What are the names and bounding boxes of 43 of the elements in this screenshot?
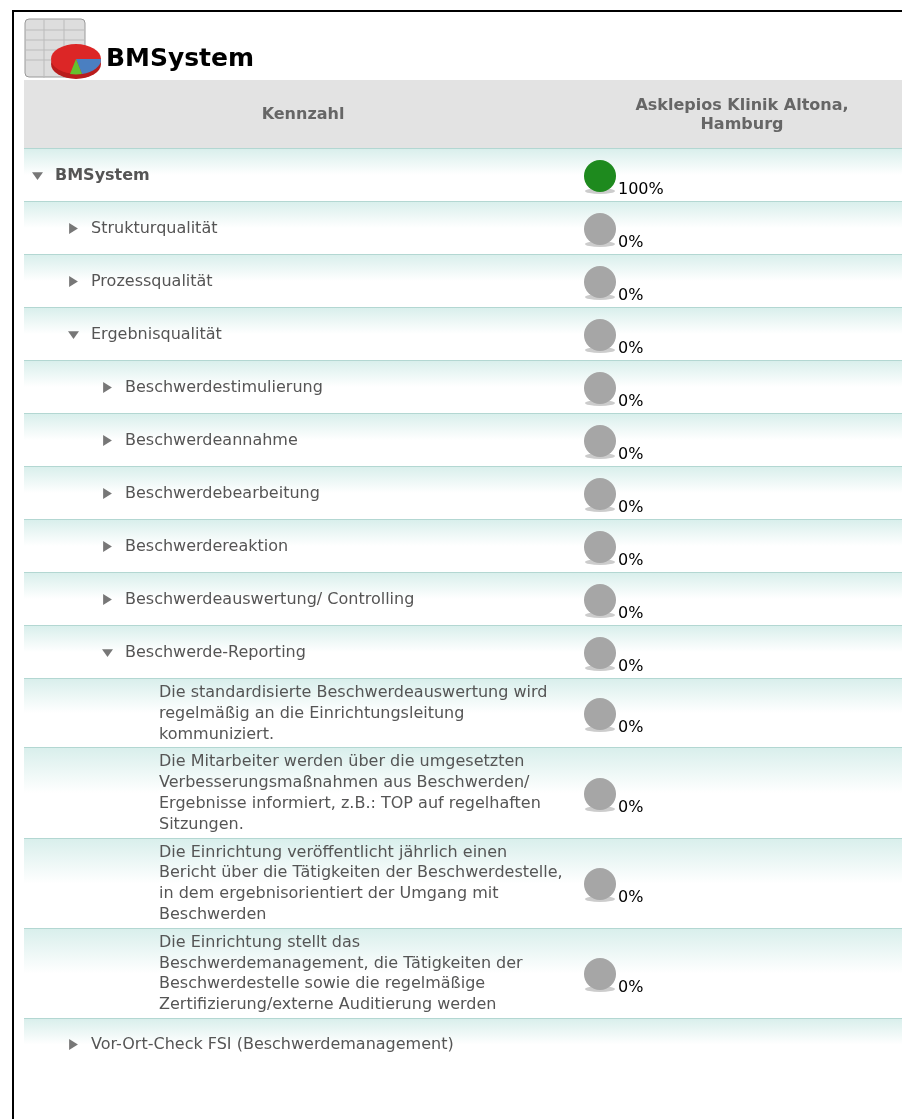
expand-arrow-icon[interactable] [102,540,113,552]
tree-item-label[interactable]: Beschwerdeauswertung/ Controlling [125,587,415,611]
percentage-value: 0% [618,886,644,909]
percentage-value: 0% [618,655,644,677]
collapse-arrow-icon[interactable] [68,328,79,340]
percentage-value: 0% [618,796,644,818]
column-header: Kennzahl [260,103,346,125]
percentage-value: 0% [618,976,644,999]
tree-item-label[interactable]: Ergebnisqualität [91,322,222,346]
percentage-value: 0% [618,602,644,624]
expand-arrow-icon[interactable] [102,381,113,393]
tree-item-label[interactable]: BMSystem [55,163,150,187]
percentage-value: 0% [618,443,644,465]
percentage-value: 0% [618,549,644,571]
collapse-arrow-icon[interactable] [32,169,43,181]
criterion-text: Die standardisierte Beschwerdeauswertung wird regelmäßig an die Einrichtungsleitung kommuniziert. [159,682,549,745]
criterion-text: Die Einrichtung stellt das Beschwerdemanagement, die Tätigkeiten der Beschwerdestelle sowie die regelmäßige Zertifizierung/externe Auditierung werden [159,931,524,1015]
tree-item-label[interactable]: Vor-Ort-Check FSI (Beschwerdemanagement) [91,1032,454,1057]
expand-arrow-icon[interactable] [102,434,113,446]
tree-item-label[interactable]: Beschwerde-Reporting [125,640,306,664]
expand-arrow-icon[interactable] [68,1038,79,1050]
tree-item-label[interactable]: Beschwerdebearbeitung [125,481,320,505]
tree-item-label[interactable]: Prozessqualität [91,269,213,293]
tree-item-label[interactable]: Strukturqualität [91,216,218,240]
column-header: Asklepios Klinik Altona, Hamburg [634,94,850,134]
expand-arrow-icon[interactable] [68,222,79,234]
tree-item-label[interactable]: Beschwerdeannahme [125,428,298,452]
criterion-text: Die Mitarbeiter werden über die umgesetzten Verbesserungsmaßnahmen aus Beschwerden/ Ergebnisse informiert, z.B.: TOP auf regelhaften Sitzungen. [159,751,542,835]
expand-arrow-icon[interactable] [102,593,113,605]
app-title: BMSystem [106,41,255,74]
tree-item-label[interactable]: Beschwerdereaktion [125,534,289,558]
percentage-value: 0% [618,496,644,518]
expand-arrow-icon[interactable] [102,487,113,499]
percentage-value: 0% [618,337,644,359]
percentage-value: 0% [618,716,644,739]
percentage-value: 0% [618,390,644,412]
percentage-value: 100% [618,178,664,200]
percentage-value: 0% [618,231,644,253]
percentage-value: 0% [618,284,644,306]
criterion-text: Die Einrichtung veröffentlicht jährlich einen Bericht über die Tätigkeiten der Beschwerdestelle, in dem ergebnisorientiert der Umgang mit Beschwerden [159,841,564,925]
expand-arrow-icon[interactable] [68,275,79,287]
tree-item-label[interactable]: Beschwerdestimulierung [125,375,323,399]
collapse-arrow-icon[interactable] [102,646,113,658]
